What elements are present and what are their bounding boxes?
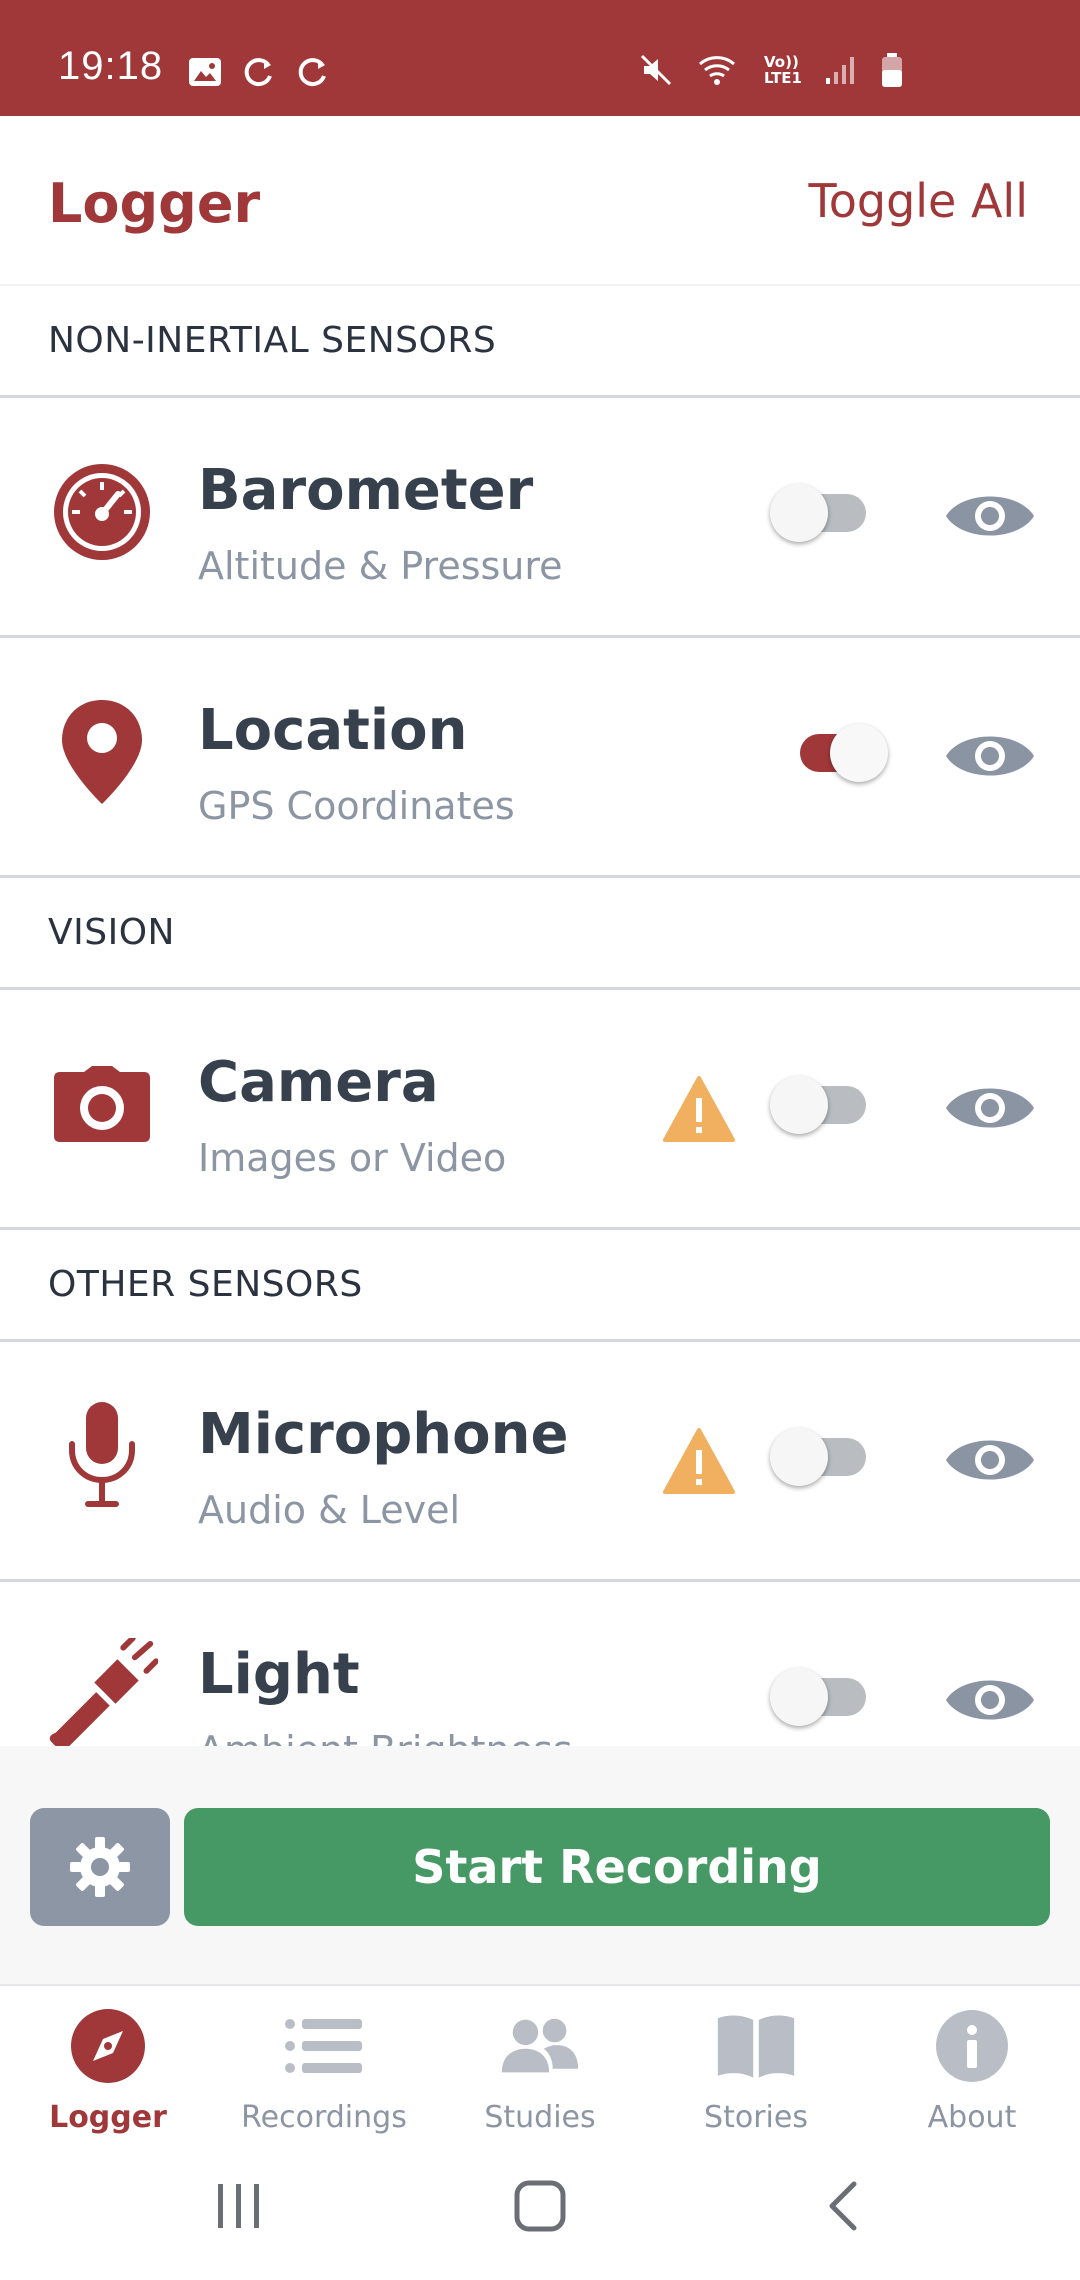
wifi-icon bbox=[699, 56, 735, 85]
sensor-row-camera[interactable]: Camera Images or Video bbox=[0, 990, 1080, 1230]
tab-stories[interactable]: Stories bbox=[648, 1988, 864, 2138]
list-icon bbox=[284, 2006, 364, 2086]
sensor-title: Light bbox=[198, 1642, 360, 1707]
sensor-title: Camera bbox=[198, 1050, 439, 1115]
tab-label: Stories bbox=[704, 2100, 808, 2135]
sensor-title: Location bbox=[198, 698, 468, 763]
volte-label-top: Vo)) bbox=[764, 53, 799, 71]
toggle-all-button[interactable]: Toggle All bbox=[808, 174, 1028, 228]
volte-icon: Vo)) LTE1 bbox=[764, 54, 802, 86]
back-icon[interactable] bbox=[822, 2178, 862, 2234]
section-header-vision: VISION bbox=[0, 878, 1080, 990]
info-icon bbox=[932, 2006, 1012, 2086]
gauge-icon bbox=[46, 456, 158, 568]
section-header-other: OTHER SENSORS bbox=[0, 1230, 1080, 1342]
recents-icon[interactable] bbox=[214, 2178, 264, 2234]
tab-logger[interactable]: Logger bbox=[0, 1988, 216, 2138]
tab-studies[interactable]: Studies bbox=[432, 1988, 648, 2138]
sensor-row-light[interactable]: Light Ambient Brightness bbox=[0, 1582, 1080, 1746]
camera-toggle[interactable] bbox=[770, 1076, 870, 1134]
settings-button[interactable] bbox=[30, 1808, 170, 1926]
tab-about[interactable]: About bbox=[864, 1988, 1080, 2138]
location-toggle[interactable] bbox=[790, 724, 890, 782]
action-bar: Start Recording bbox=[0, 1746, 1080, 1986]
sync-icon bbox=[244, 58, 272, 87]
tab-recordings[interactable]: Recordings bbox=[216, 1988, 432, 2138]
sensor-row-microphone[interactable]: Microphone Audio & Level bbox=[0, 1342, 1080, 1582]
bottom-tab-bar: Logger Recordings Studies Stories About bbox=[0, 1988, 1080, 2138]
sensor-row-location[interactable]: Location GPS Coordinates bbox=[0, 638, 1080, 878]
map-pin-icon bbox=[46, 696, 158, 808]
sensor-title: Microphone bbox=[198, 1402, 569, 1467]
status-bar: 19:18 Vo)) LTE1 bbox=[0, 0, 1080, 116]
sensor-list[interactable]: NON-INERTIAL SENSORS Barometer Altitude … bbox=[0, 286, 1080, 1746]
warning-icon[interactable] bbox=[662, 1426, 736, 1496]
tab-label: Recordings bbox=[241, 2100, 407, 2135]
sensor-subtitle: Audio & Level bbox=[198, 1488, 461, 1532]
book-icon bbox=[716, 2006, 796, 2086]
app-header: Logger Toggle All bbox=[0, 116, 1080, 286]
mute-icon bbox=[640, 54, 672, 86]
eye-icon[interactable] bbox=[944, 486, 1036, 546]
microphone-toggle[interactable] bbox=[770, 1428, 870, 1486]
home-icon[interactable] bbox=[512, 2178, 568, 2234]
camera-icon bbox=[46, 1048, 158, 1160]
section-header-non-inertial: NON-INERTIAL SENSORS bbox=[0, 286, 1080, 398]
sync-icon bbox=[298, 58, 326, 87]
tab-label: Studies bbox=[484, 2100, 596, 2135]
light-toggle[interactable] bbox=[770, 1668, 870, 1726]
status-time: 19:18 bbox=[58, 44, 164, 88]
sensor-subtitle: Altitude & Pressure bbox=[198, 544, 563, 588]
flashlight-icon bbox=[46, 1638, 158, 1746]
sensor-title: Barometer bbox=[198, 458, 534, 523]
start-recording-button[interactable]: Start Recording bbox=[184, 1808, 1050, 1926]
eye-icon[interactable] bbox=[944, 1670, 1036, 1730]
status-right-icons: Vo)) LTE1 bbox=[638, 52, 904, 88]
sensor-subtitle: GPS Coordinates bbox=[198, 784, 515, 828]
signal-icon bbox=[826, 57, 854, 84]
microphone-icon bbox=[46, 1400, 158, 1512]
sensor-subtitle: Ambient Brightness bbox=[198, 1728, 573, 1746]
warning-icon[interactable] bbox=[662, 1074, 736, 1144]
volte-label-bottom: LTE1 bbox=[764, 69, 802, 87]
system-nav-bar bbox=[0, 2138, 1080, 2280]
users-icon bbox=[500, 2006, 580, 2086]
tab-label: Logger bbox=[49, 2100, 167, 2135]
status-left-icons bbox=[188, 54, 330, 90]
sensor-subtitle: Images or Video bbox=[198, 1136, 507, 1180]
gear-icon bbox=[70, 1837, 130, 1897]
gallery-icon bbox=[189, 58, 221, 86]
eye-icon[interactable] bbox=[944, 726, 1036, 786]
eye-icon[interactable] bbox=[944, 1078, 1036, 1138]
eye-icon[interactable] bbox=[944, 1430, 1036, 1490]
barometer-toggle[interactable] bbox=[770, 484, 870, 542]
tab-label: About bbox=[927, 2100, 1017, 2135]
compass-icon bbox=[68, 2006, 148, 2086]
battery-icon bbox=[882, 53, 902, 87]
page-title: Logger bbox=[48, 172, 261, 235]
sensor-row-barometer[interactable]: Barometer Altitude & Pressure bbox=[0, 398, 1080, 638]
